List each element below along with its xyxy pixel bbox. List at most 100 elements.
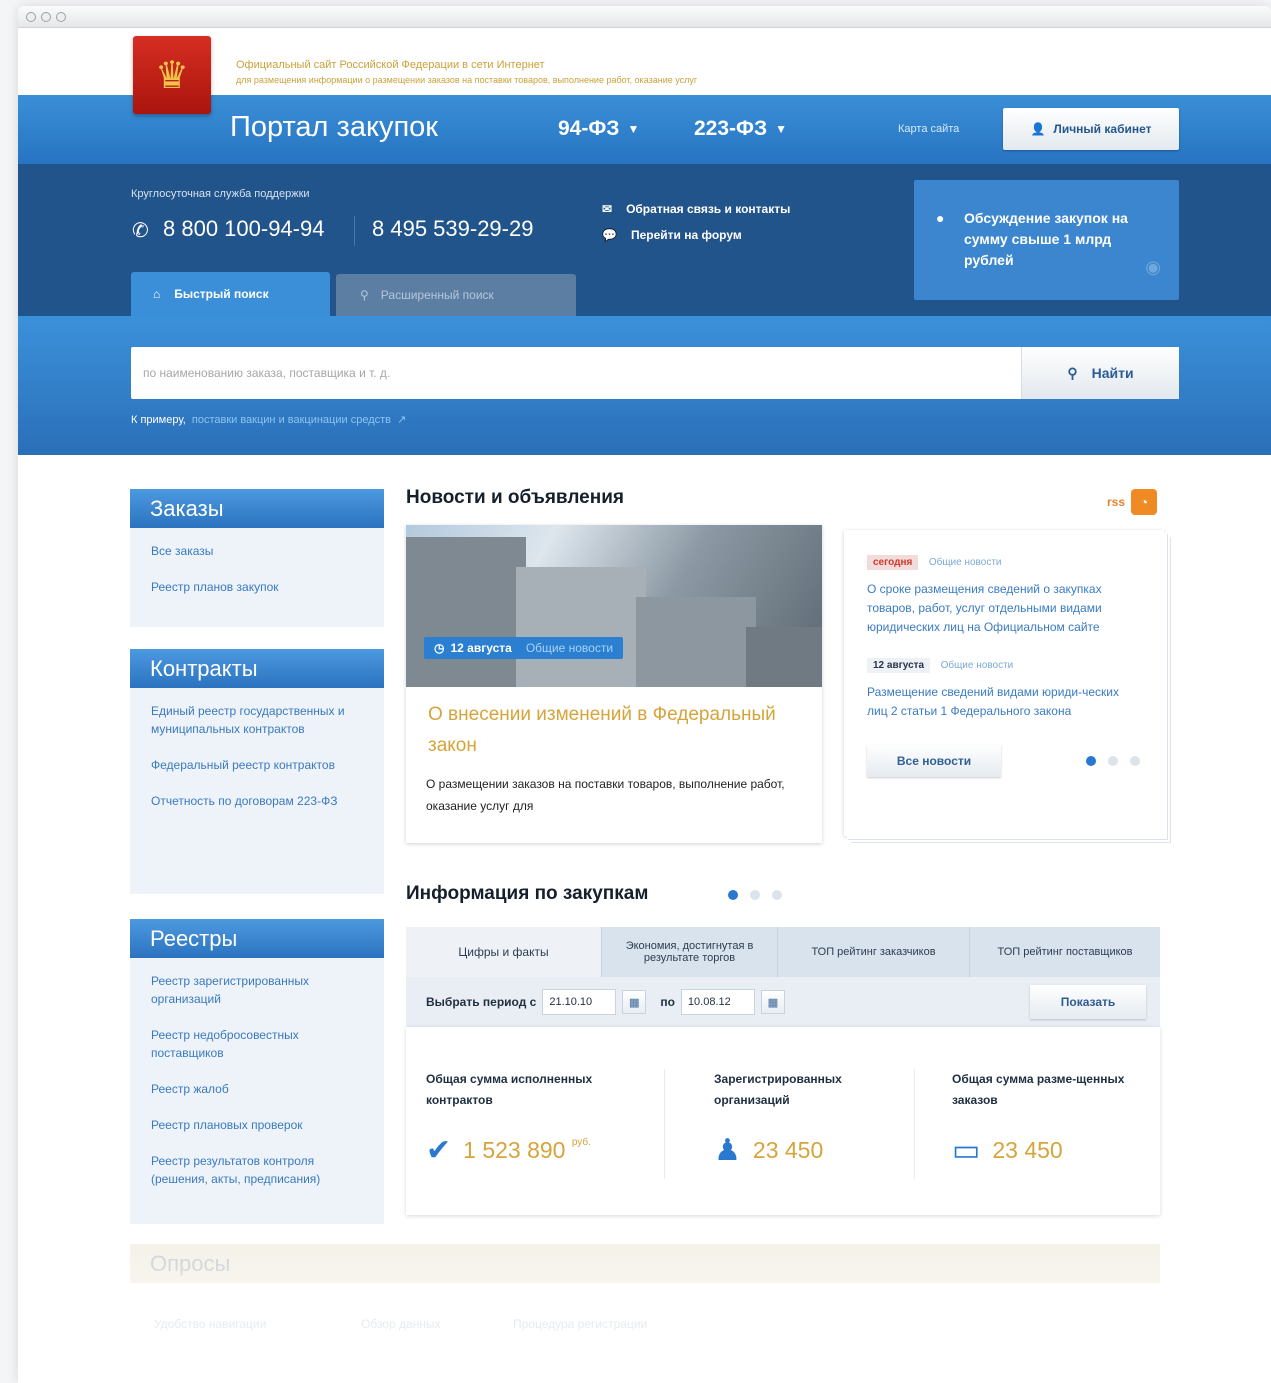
- sidebar-orders: Заказы Все заказы Реестр планов закупок: [130, 489, 384, 627]
- calendar-icon[interactable]: ▦: [622, 990, 647, 1014]
- news-headline[interactable]: О внесении изменений в Федеральный закон: [406, 687, 822, 761]
- stat-registered-orgs: Зарегистрированных организаций ♟ 23 450: [714, 1069, 914, 1168]
- sidebar-item-control-results[interactable]: Реестр результатов контроля (решения, ак…: [151, 1152, 364, 1188]
- tab-extended-search[interactable]: ⚲ Расширенный поиск: [336, 274, 576, 316]
- rss-icon: ◔: [1131, 489, 1158, 515]
- news-pager: [1086, 756, 1140, 766]
- sidebar-item-all-orders[interactable]: Все заказы: [151, 542, 364, 560]
- news-side-item[interactable]: сегодня Общие новости О сроке размещения…: [867, 552, 1140, 637]
- site-description-line2: для размещения информации о размещении з…: [236, 75, 698, 85]
- tab-top-customers[interactable]: ТОП рейтинг заказчиков: [778, 927, 970, 977]
- search-example: К примеру, поставки вакцин и вакцинации …: [131, 414, 407, 426]
- sidebar-item-plans-registry[interactable]: Реестр планов закупок: [151, 578, 364, 596]
- news-tag-date: 12 августа: [867, 658, 931, 673]
- news-side-item[interactable]: 12 августа Общие новости Размещение свед…: [867, 655, 1140, 721]
- news-side-text[interactable]: Размещение сведений видами юриди-ческих …: [867, 683, 1140, 721]
- speech-bubble-icon: ●: [936, 210, 945, 226]
- sidebar-item-inspections[interactable]: Реестр плановых проверок: [151, 1116, 364, 1134]
- pager-dot[interactable]: [1108, 756, 1118, 766]
- phone-number-1[interactable]: 8 800 100-94-94: [163, 216, 324, 242]
- monitor-icon: ▭: [952, 1134, 981, 1167]
- sidebar-item-federal-registry[interactable]: Федеральный реестр контрактов: [151, 756, 364, 774]
- news-photo: ◷ 12 августа Общие новости: [406, 525, 822, 687]
- window-close-button[interactable]: [26, 12, 36, 22]
- all-news-button[interactable]: Все новости: [867, 745, 1001, 777]
- featured-news-card[interactable]: ◷ 12 августа Общие новости О внесении из…: [406, 525, 822, 843]
- user-icon: ♟: [714, 1134, 741, 1167]
- sidebar-contracts-title: Контракты: [130, 649, 384, 688]
- calendar-icon[interactable]: ▦: [760, 990, 785, 1014]
- sidebar-item-complaints[interactable]: Реестр жалоб: [151, 1080, 364, 1098]
- home-icon: ⌂: [153, 287, 161, 301]
- stat-label: Зарегистрированных организаций: [714, 1072, 842, 1107]
- site-description-line1: Официальный сайт Российской Федерации в …: [236, 59, 545, 71]
- sidebar-item-bad-suppliers[interactable]: Реестр недобросовестных поставщиков: [151, 1026, 364, 1062]
- polls-links: Удобство навигации Обзор данных Процедур…: [18, 1317, 1271, 1347]
- date-to-input[interactable]: [680, 989, 755, 1015]
- stat-value: 23 450: [992, 1137, 1063, 1163]
- stats-panel: Общая сумма исполненных контрактов ✔ 1 5…: [406, 1027, 1160, 1215]
- stat-orders-total: Общая сумма разме-щенных заказов ▭ 23 45…: [952, 1069, 1142, 1168]
- rss-link[interactable]: rss ◔: [1107, 489, 1158, 515]
- news-tag-today: сегодня: [867, 555, 919, 570]
- tab-savings[interactable]: Экономия, достигнутая в результате торго…: [602, 927, 778, 977]
- search-button[interactable]: ⚲ Найти: [1021, 347, 1179, 399]
- poll-link[interactable]: Процедура регистрации: [513, 1317, 647, 1331]
- forum-link[interactable]: 💬 Перейти на форум: [602, 228, 742, 242]
- poll-link[interactable]: Обзор данных: [361, 1317, 441, 1331]
- news-side-text[interactable]: О сроке размещения сведений о закупках т…: [867, 580, 1140, 637]
- chevron-down-icon: ▼: [775, 122, 788, 137]
- main-content: Заказы Все заказы Реестр планов закупок …: [18, 455, 1271, 1383]
- stat-contracts-total: Общая сумма исполненных контрактов ✔ 1 5…: [426, 1069, 646, 1168]
- sidebar-item-223fz-reports[interactable]: Отчетность по договорам 223-ФЗ: [151, 792, 364, 810]
- stat-label: Общая сумма исполненных контрактов: [426, 1072, 593, 1107]
- portal-title[interactable]: Портал закупок: [230, 111, 438, 144]
- nav-94fz[interactable]: 94-ФЗ ▼: [558, 117, 639, 141]
- sidebar-item-unified-registry[interactable]: Единый реестр государственных и муниципа…: [151, 702, 364, 738]
- tab-top-suppliers[interactable]: ТОП рейтинг поставщиков: [970, 927, 1160, 977]
- pager-dot[interactable]: [1130, 756, 1140, 766]
- news-section-title: Новости и объявления: [406, 487, 624, 508]
- phone-separator: [354, 216, 355, 246]
- period-label: Выбрать период с: [426, 995, 537, 1009]
- news-category[interactable]: Общие новости: [526, 641, 613, 655]
- phone-number-2[interactable]: 8 495 539-29-29: [372, 216, 533, 242]
- show-button[interactable]: Показать: [1030, 985, 1146, 1019]
- feedback-link[interactable]: ✉ Обратная связь и контакты: [602, 202, 790, 216]
- tab-quick-search[interactable]: ⌂ Быстрый поиск: [131, 272, 330, 316]
- window-zoom-button[interactable]: [56, 12, 66, 22]
- sidebar-orders-title: Заказы: [130, 489, 384, 528]
- pager-dot[interactable]: [728, 890, 738, 900]
- sidebar-registries-title: Реестры: [130, 919, 384, 958]
- eye-icon: ◉: [1145, 257, 1161, 277]
- news-side-list: сегодня Общие новости О сроке размещения…: [844, 530, 1164, 836]
- poll-link[interactable]: Удобство навигации: [154, 1317, 266, 1331]
- news-category[interactable]: Общие новости: [929, 557, 1002, 568]
- discussion-banner[interactable]: ● Обсуждение закупок на сумму свыше 1 мл…: [914, 180, 1179, 300]
- news-lead: О размещении заказов на поставки товаров…: [426, 777, 785, 813]
- personal-cabinet-button[interactable]: 👤 Личный кабинет: [1003, 108, 1179, 150]
- coat-of-arms-logo[interactable]: ♛: [133, 36, 211, 114]
- sidebar-item-registered-orgs[interactable]: Реестр зарегистрированных организаций: [151, 972, 364, 1008]
- tab-facts[interactable]: Цифры и факты: [406, 927, 602, 977]
- pager-dot[interactable]: [772, 890, 782, 900]
- stat-value: 1 523 890 руб.: [463, 1137, 591, 1163]
- eagle-icon: ♛: [154, 53, 190, 97]
- search-example-link[interactable]: поставки вакцин и вакцинации средств: [192, 414, 391, 426]
- sitemap-link[interactable]: Карта сайта: [898, 123, 959, 135]
- checkmark-icon: ✔: [426, 1134, 452, 1167]
- stat-value: 23 450: [752, 1137, 824, 1163]
- chat-bubble-icon: 💬: [602, 228, 617, 242]
- nav-223fz[interactable]: 223-ФЗ ▼: [694, 117, 787, 141]
- phone-icon: ✆: [132, 220, 149, 242]
- search-input[interactable]: [131, 347, 1021, 399]
- window-minimize-button[interactable]: [41, 12, 51, 22]
- browser-window: Официальный сайт Российской Федерации в …: [18, 6, 1271, 1383]
- news-category[interactable]: Общие новости: [941, 660, 1014, 671]
- support-label: Круглосуточная служба поддержки: [131, 188, 310, 200]
- pager-dot[interactable]: [750, 890, 760, 900]
- pager-dot[interactable]: [1086, 756, 1096, 766]
- date-from-input[interactable]: [542, 989, 617, 1015]
- magnifier-icon: ⚲: [1067, 364, 1078, 381]
- envelope-icon: ✉: [602, 202, 613, 216]
